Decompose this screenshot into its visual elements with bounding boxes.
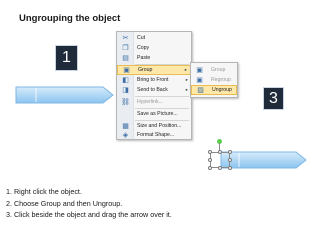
slide-title: Ungrouping the object [19, 13, 121, 24]
menu-item-label: Group [211, 67, 226, 73]
menu-item-group[interactable]: ▣ Group ▸ [117, 65, 191, 75]
instruction-step-3: 3. Click beside the object and drag the … [6, 210, 172, 219]
submenu-arrow-icon: ▸ [184, 67, 187, 72]
menu-item-format-shape[interactable]: ◈ Format Shape... [117, 130, 191, 140]
menu-item-save-as-picture[interactable]: Save as Picture... [117, 109, 191, 119]
menu-item-label: Ungroup [212, 87, 232, 93]
resize-handle[interactable] [228, 158, 232, 162]
copy-icon: ❐ [122, 45, 129, 52]
step-number-3: 3 [263, 87, 284, 110]
bring-front-icon: ◧ [122, 77, 129, 84]
submenu-arrow-icon: ▸ [185, 77, 188, 82]
menu-item-label: Hyperlink... [137, 99, 163, 105]
submenu-item-ungroup[interactable]: ▨ Ungroup [191, 85, 237, 95]
ungroup-icon: ▨ [197, 87, 204, 94]
resize-handle[interactable] [228, 166, 232, 170]
resize-handle[interactable] [208, 166, 212, 170]
menu-item-label: Group [138, 67, 153, 73]
paste-icon: ▤ [122, 55, 129, 62]
resize-handle[interactable] [218, 150, 222, 154]
menu-item-label: Format Shape... [137, 132, 175, 138]
step-number-1: 1 [55, 45, 78, 71]
resize-handle[interactable] [218, 166, 222, 170]
menu-item-label: Bring to Front [137, 77, 169, 83]
menu-item-paste[interactable]: ▤ Paste [117, 53, 191, 63]
menu-item-send-to-back[interactable]: ◨ Send to Back ▸ [117, 85, 191, 95]
submenu-item-regroup[interactable]: ▣ Regroup [191, 75, 237, 85]
regroup-icon: ▣ [196, 77, 203, 84]
menu-item-hyperlink[interactable]: ⛓ Hyperlink... [117, 97, 191, 107]
group-icon: ▣ [196, 67, 203, 74]
menu-item-label: Size and Position... [137, 123, 182, 129]
submenu-arrow-icon: ▸ [185, 87, 188, 92]
resize-handle[interactable] [208, 158, 212, 162]
context-menu: ✂ Cut ❐ Copy ▤ Paste ▣ Group ▸ ◧ Bring t… [116, 31, 192, 140]
submenu-item-group[interactable]: ▣ Group [191, 65, 237, 75]
arrow-shape-left[interactable] [15, 85, 115, 105]
menu-item-label: Paste [137, 55, 151, 61]
menu-item-copy[interactable]: ❐ Copy [117, 43, 191, 53]
scissors-icon: ✂ [122, 35, 129, 42]
resize-handle[interactable] [208, 150, 212, 154]
menu-item-label: Save as Picture... [137, 111, 178, 117]
menu-item-label: Cut [137, 35, 146, 41]
menu-item-label: Regroup [211, 77, 231, 83]
menu-item-bring-to-front[interactable]: ◧ Bring to Front ▸ [117, 75, 191, 85]
menu-item-label: Copy [137, 45, 150, 51]
menu-item-label: Send to Back [137, 87, 168, 93]
group-submenu: ▣ Group ▣ Regroup ▨ Ungroup [190, 62, 238, 98]
instruction-step-1: 1. Right click the object. [6, 187, 82, 196]
instructions-list: 1. Right click the object. 2. Choose Gro… [6, 186, 172, 221]
group-icon: ▣ [123, 67, 130, 74]
resize-handle[interactable] [228, 150, 232, 154]
format-shape-icon: ◈ [122, 132, 129, 139]
hyperlink-icon: ⛓ [121, 99, 130, 106]
instruction-step-2: 2. Choose Group and then Ungroup. [6, 198, 123, 208]
menu-item-cut[interactable]: ✂ Cut [117, 33, 191, 43]
send-back-icon: ◨ [122, 87, 129, 94]
size-position-icon: ▦ [122, 123, 129, 130]
